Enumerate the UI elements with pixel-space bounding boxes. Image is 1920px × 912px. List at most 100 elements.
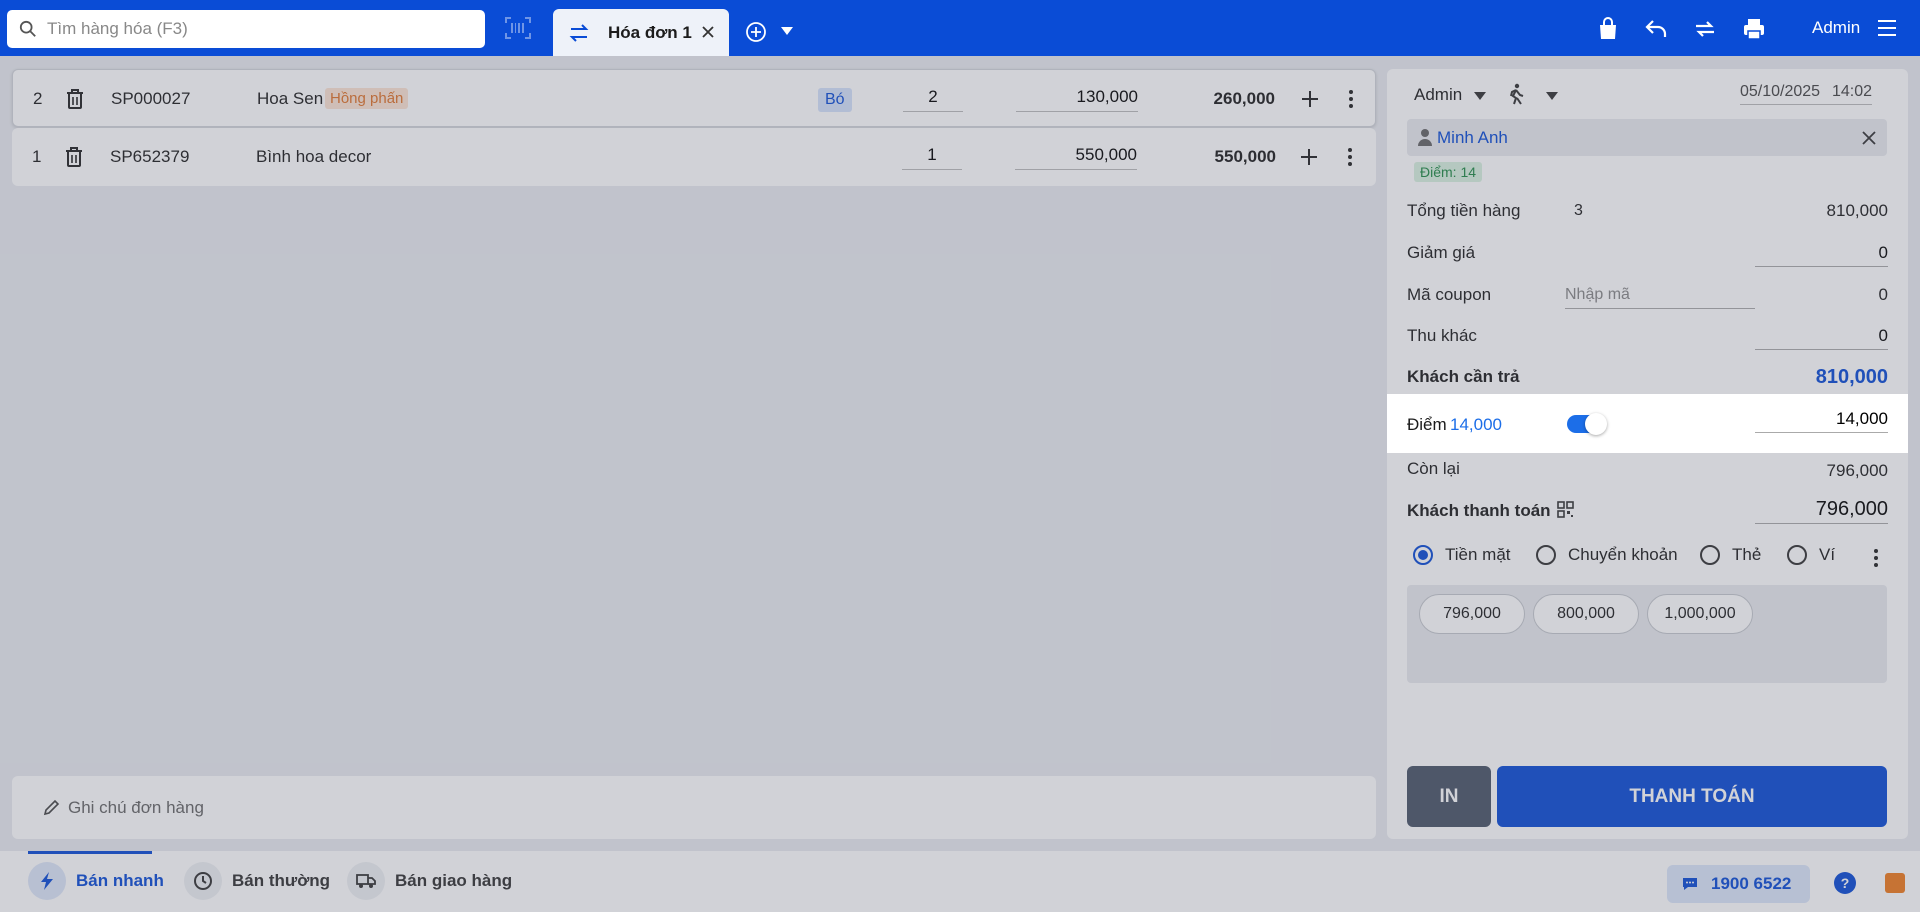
user-icon <box>1418 129 1432 146</box>
amount-due-value: 810,000 <box>1815 366 1888 388</box>
shopping-bag-icon[interactable] <box>1595 16 1621 42</box>
close-icon[interactable] <box>1861 130 1877 146</box>
customer-pay-label: Khách thanh toán <box>1407 501 1551 520</box>
other-fee-label: Thu khác <box>1407 326 1477 345</box>
help-icon[interactable]: ? <box>1834 872 1856 894</box>
user-name[interactable]: Admin <box>1812 18 1860 38</box>
coupon-input[interactable] <box>1565 281 1755 309</box>
search-icon <box>19 20 36 37</box>
row-index: 2 <box>33 89 43 108</box>
line-total: 550,000 <box>1214 147 1276 166</box>
points-available: 14,000 <box>1450 415 1502 434</box>
tab-invoice-1[interactable]: Hóa đơn 1 <box>553 9 729 56</box>
suggested-amount-chip[interactable]: 800,000 <box>1533 594 1639 634</box>
bottom-bar: Bán nhanh Bán thường Bán giao hàng 1900 … <box>0 851 1920 912</box>
lightning-icon <box>41 872 53 890</box>
remaining-label: Còn lại <box>1407 459 1460 478</box>
close-icon[interactable] <box>699 23 717 41</box>
payment-method-cash[interactable]: Tiền mặt <box>1413 545 1511 565</box>
walking-person-icon[interactable] <box>1506 83 1526 105</box>
payment-method-wallet[interactable]: Ví <box>1787 545 1835 565</box>
chevron-down-icon[interactable] <box>1473 91 1487 101</box>
discount-input[interactable] <box>1755 239 1888 267</box>
barcode-scan-icon[interactable] <box>504 16 532 40</box>
chevron-down-icon[interactable] <box>1545 91 1559 101</box>
quantity-input[interactable] <box>902 140 962 170</box>
more-vertical-icon[interactable] <box>1346 146 1354 168</box>
hotline-number: 1900 6522 <box>1711 874 1792 893</box>
discount-label: Giảm giá <box>1407 243 1476 262</box>
remaining-value: 796,000 <box>1826 461 1888 480</box>
subtotal-label: Tổng tiền hàng <box>1407 201 1521 220</box>
more-vertical-icon[interactable] <box>1347 88 1355 110</box>
hamburger-menu-icon[interactable] <box>1876 18 1898 38</box>
plus-icon[interactable] <box>1299 88 1321 110</box>
order-note-input[interactable] <box>68 797 668 818</box>
chevron-down-icon[interactable] <box>780 26 794 36</box>
truck-icon <box>356 874 376 888</box>
product-code: SP000027 <box>111 89 191 108</box>
order-note[interactable] <box>12 776 1376 839</box>
variant-tag: Hồng phấn <box>325 88 409 109</box>
amount-due-label: Khách cần trả <box>1407 367 1520 386</box>
payment-method-card[interactable]: Thẻ <box>1700 545 1761 565</box>
coupon-value: 0 <box>1878 285 1888 304</box>
cart-row[interactable]: 1 SP652379 Bình hoa decor 550,000 <box>12 128 1376 186</box>
seller-select[interactable]: Admin <box>1414 85 1462 105</box>
plus-icon[interactable] <box>1298 146 1320 168</box>
undo-icon[interactable] <box>1643 16 1669 42</box>
sync-icon[interactable] <box>1692 16 1718 42</box>
chat-support-icon[interactable] <box>1885 873 1905 893</box>
line-total: 260,000 <box>1213 89 1275 108</box>
print-button[interactable]: IN <box>1407 766 1491 827</box>
swap-icon <box>569 23 589 42</box>
payment-method-transfer[interactable]: Chuyển khoản <box>1536 545 1678 565</box>
checkout-button[interactable]: THANH TOÁN <box>1497 766 1887 827</box>
printer-icon[interactable] <box>1741 16 1767 42</box>
tab-label: Hóa đơn 1 <box>608 22 692 42</box>
use-points-toggle[interactable] <box>1567 413 1607 435</box>
subtotal-count: 3 <box>1574 202 1583 219</box>
coupon-label: Mã coupon <box>1407 285 1492 304</box>
price-input[interactable] <box>1015 140 1137 170</box>
cart-row[interactable]: 2 SP000027 Hoa Sen Hồng phấn Bó 260,000 <box>12 69 1376 127</box>
points-redeem-row: Điểm 14,000 <box>1387 394 1908 453</box>
qr-code-icon[interactable] <box>1557 501 1574 518</box>
row-index: 1 <box>32 147 42 166</box>
mode-quick-sale[interactable]: Bán nhanh <box>28 861 164 901</box>
product-name[interactable]: Bình hoa decor <box>256 147 371 167</box>
points-redeem-input[interactable] <box>1755 405 1888 433</box>
points-label: Điểm <box>1407 415 1447 434</box>
trash-icon[interactable] <box>64 146 84 168</box>
price-input[interactable] <box>1016 82 1138 112</box>
mode-delivery-sale[interactable]: Bán giao hàng <box>347 861 512 901</box>
clock-icon <box>194 872 212 890</box>
product-name[interactable]: Hoa Sen <box>257 89 323 109</box>
chat-icon <box>1683 878 1697 890</box>
sale-time[interactable]: 14:02 <box>1828 83 1872 105</box>
pencil-icon <box>43 799 60 815</box>
other-fee-input[interactable] <box>1755 322 1888 350</box>
active-mode-indicator <box>28 851 152 854</box>
search-input[interactable] <box>47 19 447 39</box>
customer-name[interactable]: Minh Anh <box>1437 128 1508 148</box>
quantity-input[interactable] <box>903 82 963 112</box>
subtotal-value: 810,000 <box>1826 201 1888 220</box>
trash-icon[interactable] <box>65 88 85 110</box>
checkout-panel: Admin 05/10/2025 14:02 Minh Anh Điểm: 14… <box>1387 69 1908 839</box>
suggested-amount-chip[interactable]: 796,000 <box>1419 594 1525 634</box>
sale-date[interactable]: 05/10/2025 <box>1740 83 1832 105</box>
points-badge: Điểm: 14 <box>1414 162 1483 182</box>
top-bar: Hóa đơn 1 Admin <box>0 0 1920 56</box>
customer-bar[interactable]: Minh Anh <box>1407 119 1887 156</box>
amount-suggestions: 796,000 800,000 1,000,000 <box>1407 585 1887 683</box>
add-tab-icon[interactable] <box>745 21 767 43</box>
more-vertical-icon[interactable] <box>1873 547 1879 569</box>
customer-pay-input[interactable] <box>1755 496 1888 524</box>
hotline-button[interactable]: 1900 6522 <box>1667 865 1810 903</box>
search-box[interactable] <box>7 10 485 48</box>
product-code: SP652379 <box>110 147 190 166</box>
unit-badge[interactable]: Bó <box>818 88 852 112</box>
suggested-amount-chip[interactable]: 1,000,000 <box>1647 594 1753 634</box>
mode-normal-sale[interactable]: Bán thường <box>184 861 330 901</box>
